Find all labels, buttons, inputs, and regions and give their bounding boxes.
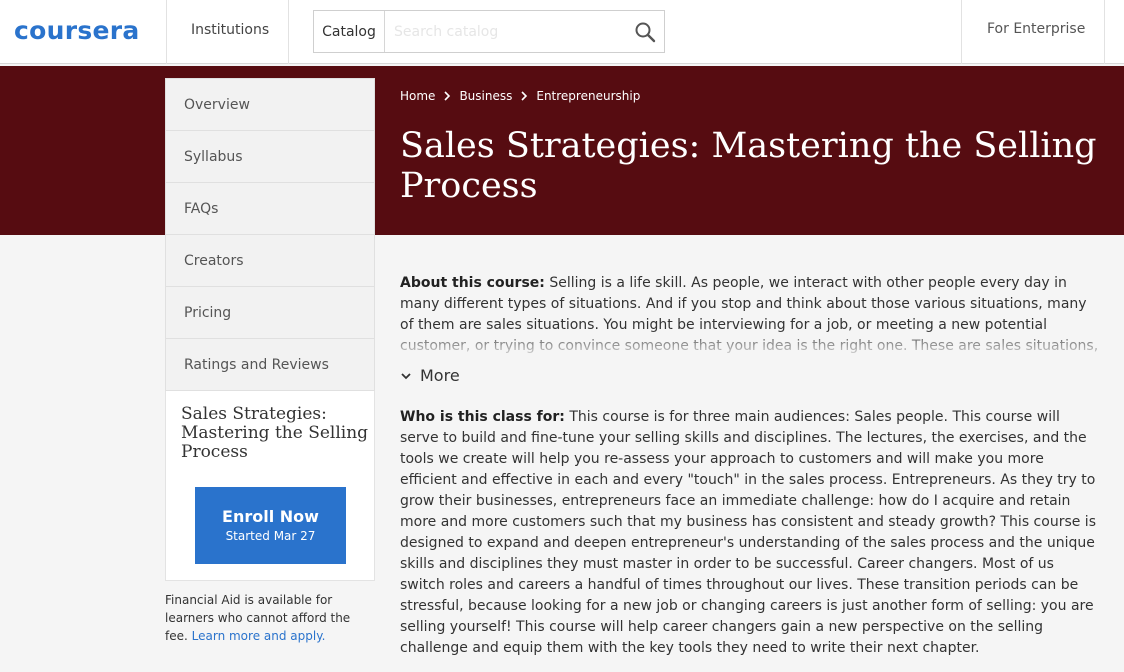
audience-label: Who is this class for: xyxy=(400,409,565,425)
more-label: More xyxy=(420,366,460,385)
audience-text: This course is for three main audiences:… xyxy=(400,409,1096,656)
more-toggle[interactable]: More xyxy=(400,365,1102,386)
enroll-label: Enroll Now xyxy=(222,507,319,526)
course-description: About this course: Selling is a life ski… xyxy=(400,273,1102,659)
enroll-card: Sales Strategies: Mastering the Selling … xyxy=(165,391,375,581)
institutions-link[interactable]: Institutions xyxy=(191,22,269,38)
coursera-logo[interactable]: coursera xyxy=(14,16,140,45)
breadcrumb-home[interactable]: Home xyxy=(400,89,435,103)
breadcrumb-entrepreneurship[interactable]: Entrepreneurship xyxy=(536,89,640,103)
for-enterprise-link[interactable]: For Enterprise xyxy=(987,21,1085,37)
chevron-right-icon xyxy=(521,91,528,101)
about-section: About this course: Selling is a life ski… xyxy=(400,273,1102,357)
course-side-nav: Overview Syllabus FAQs Creators Pricing … xyxy=(165,78,375,392)
breadcrumb: Home Business Entrepreneurship xyxy=(400,89,640,103)
audience-section: Who is this class for: This course is fo… xyxy=(400,407,1102,659)
catalog-button[interactable]: Catalog xyxy=(314,11,385,52)
chevron-right-icon xyxy=(444,91,451,101)
page-title: Sales Strategies: Mastering the Selling … xyxy=(400,126,1097,206)
header-divider xyxy=(961,0,962,64)
chevron-down-icon xyxy=(401,372,411,379)
breadcrumb-business[interactable]: Business xyxy=(459,89,512,103)
enroll-start-date: Started Mar 27 xyxy=(225,529,316,543)
nav-item-overview[interactable]: Overview xyxy=(166,79,374,131)
catalog-search-box: Catalog xyxy=(313,10,665,53)
enroll-now-button[interactable]: Enroll Now Started Mar 27 xyxy=(195,487,346,564)
header-divider xyxy=(288,0,289,64)
search-input[interactable] xyxy=(386,11,626,52)
card-course-title: Sales Strategies: Mastering the Selling … xyxy=(181,404,369,462)
nav-item-syllabus[interactable]: Syllabus xyxy=(166,131,374,183)
top-navigation-bar: coursera Institutions Catalog For Enterp… xyxy=(0,0,1124,64)
about-label: About this course: xyxy=(400,275,545,291)
nav-item-creators[interactable]: Creators xyxy=(166,235,374,287)
financial-aid-note: Financial Aid is available for learners … xyxy=(165,591,375,645)
header-divider xyxy=(166,0,167,64)
nav-item-pricing[interactable]: Pricing xyxy=(166,287,374,339)
header-divider xyxy=(1104,0,1105,64)
nav-item-faqs[interactable]: FAQs xyxy=(166,183,374,235)
learn-more-link[interactable]: Learn more and apply. xyxy=(192,629,326,643)
nav-item-ratings-and-reviews[interactable]: Ratings and Reviews xyxy=(166,339,374,391)
search-icon[interactable] xyxy=(634,21,656,43)
